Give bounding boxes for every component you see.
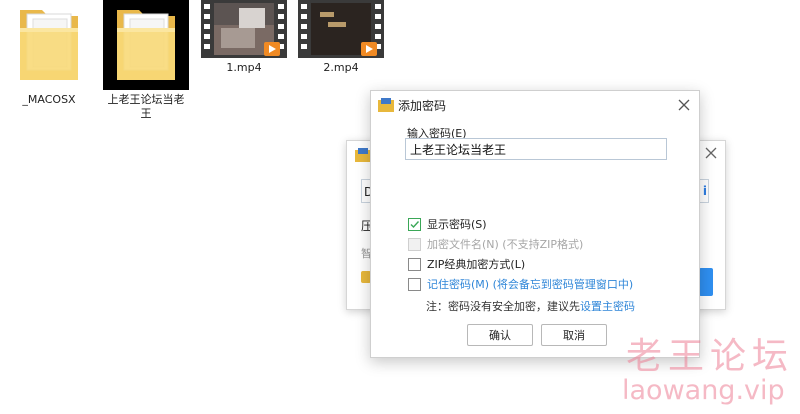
close-icon[interactable] [675, 96, 693, 114]
folder-icon [103, 0, 189, 90]
show-password-option[interactable]: 显示密码(S) [408, 216, 487, 232]
browse-link[interactable]: i [703, 184, 707, 198]
file-name: 2.mp4 [323, 61, 359, 74]
checkbox-disabled [408, 237, 421, 251]
file-name: 上老王论坛当老王 [107, 93, 185, 120]
start-button[interactable] [699, 268, 713, 296]
add-password-dialog: 添加密码 输入密码(E) 显示密码(S) 加密文件名(N) (不支持ZIP格式)… [370, 90, 700, 358]
cancel-button[interactable]: 取消 [541, 324, 607, 346]
option-label: 显示密码(S) [427, 218, 487, 231]
checkbox-checked[interactable] [408, 217, 421, 231]
file-item-macosx[interactable]: _MACOSX [6, 0, 92, 107]
checkbox[interactable] [408, 277, 421, 291]
confirm-button[interactable]: 确认 [467, 324, 533, 346]
remember-password-option[interactable]: 记住密码(M) (将会备忘到密码管理窗口中) [408, 276, 633, 292]
archive-icon [355, 148, 371, 162]
folder-icon [6, 0, 92, 90]
encrypt-filenames-option: 加密文件名(N) (不支持ZIP格式) [408, 236, 583, 252]
close-icon[interactable] [703, 145, 719, 161]
password-input[interactable] [405, 138, 667, 160]
file-name: _MACOSX [22, 93, 76, 106]
option-label: 加密文件名(N) (不支持ZIP格式) [427, 238, 584, 251]
checkbox[interactable] [408, 257, 421, 271]
security-note: 注：密码没有安全加密，建议先设置主密码 [426, 298, 635, 314]
set-master-password-link[interactable]: 设置主密码 [580, 300, 635, 313]
file-item-video-1[interactable]: 1.mp4 [201, 0, 287, 75]
dialog-title: 添加密码 [398, 99, 447, 113]
dialog-titlebar: 添加密码 [371, 91, 699, 119]
zip-classic-encryption-option[interactable]: ZIP经典加密方式(L) [408, 256, 525, 272]
option-label: ZIP经典加密方式(L) [427, 258, 526, 271]
note-text: 注：密码没有安全加密，建议先 [426, 300, 580, 313]
file-item-folder-selected[interactable]: 上老王论坛当老王 [103, 0, 189, 121]
archive-icon [378, 98, 394, 112]
video-thumbnail-icon [298, 0, 384, 58]
video-thumbnail-icon [201, 0, 287, 58]
watermark-title: 老王论坛 [626, 336, 795, 377]
watermark-url: laowang.vip [622, 375, 785, 406]
file-item-video-2[interactable]: 2.mp4 [298, 0, 384, 75]
option-label: 记住密码(M) (将会备忘到密码管理窗口中) [427, 278, 634, 291]
file-name: 1.mp4 [226, 61, 262, 74]
